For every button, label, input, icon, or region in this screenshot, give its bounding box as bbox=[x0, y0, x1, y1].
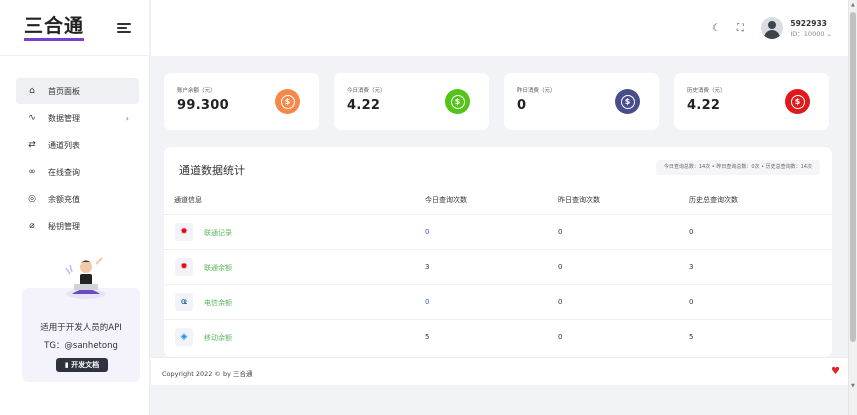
table-row: ◈ 移动余额 5 0 5 bbox=[164, 319, 832, 354]
top-header: ☾ ⛶ 5922933 ID：10000 ⌄ bbox=[151, 0, 848, 56]
sidebar-item-online-query[interactable]: ∞ 在线查询 bbox=[16, 159, 139, 185]
stat-card-balance: 账户余额（元） 99.300 $ bbox=[164, 73, 319, 130]
total-count: 3 bbox=[689, 263, 694, 271]
yesterday-count: 0 bbox=[558, 298, 563, 306]
scrollbar-thumb[interactable] bbox=[850, 12, 856, 342]
logo[interactable]: 三合通 bbox=[24, 15, 85, 41]
sidebar-item-key-management[interactable]: ⌀ 秘钥管理 bbox=[16, 213, 139, 239]
sidebar-item-label: 通道列表 bbox=[48, 140, 80, 150]
chevron-right-icon: › bbox=[125, 113, 129, 123]
fullscreen-icon[interactable]: ⛶ bbox=[733, 21, 747, 35]
copyright-text: Copyright 2022 © by 三合通 bbox=[162, 370, 253, 378]
home-icon: ⌂ bbox=[29, 86, 35, 96]
channel-name[interactable]: 电信余额 bbox=[204, 298, 232, 308]
total-count: 5 bbox=[689, 333, 694, 341]
sidebar-item-data-management[interactable]: ∿ 数据管理 › bbox=[16, 105, 139, 131]
yesterday-count: 0 bbox=[558, 263, 563, 271]
query-summary-badge: 今日查询总数：14次 • 昨日查询总数：0次 • 历史总查询数：14次 bbox=[655, 160, 820, 175]
stat-value: 99.300 bbox=[177, 98, 229, 113]
stat-label: 今日消费（元） bbox=[347, 88, 386, 94]
column-header: 历史总查询次数 bbox=[689, 196, 738, 204]
key-icon: ⌀ bbox=[29, 221, 35, 231]
mobile-icon: ◈ bbox=[175, 328, 193, 346]
page-scrollbar[interactable]: ▲ ▼ bbox=[848, 0, 857, 415]
dev-docs-label: 开发文档 bbox=[71, 361, 100, 369]
user-menu[interactable]: 5922933 ID：10000 ⌄ bbox=[790, 19, 832, 38]
stat-label: 昨日消费（元） bbox=[517, 88, 556, 94]
channel-name[interactable]: 联通记录 bbox=[204, 228, 232, 238]
sidebar-menu: ⌂ 首页面板 ∿ 数据管理 › ⇄ 通道列表 ∞ 在线查询 ◎ 余额充值 ⌀ 秘… bbox=[0, 56, 149, 239]
channel-name[interactable]: 移动余额 bbox=[204, 333, 232, 343]
column-header: 今日查询次数 bbox=[425, 196, 467, 204]
yesterday-count: 0 bbox=[558, 333, 563, 341]
target-icon: ◎ bbox=[28, 194, 36, 204]
dollar-icon: $ bbox=[445, 89, 470, 114]
unicom-icon: ✹ bbox=[175, 223, 193, 241]
table-row: ✹ 联通余额 3 0 3 bbox=[164, 249, 832, 284]
stat-label: 历史消费（元） bbox=[687, 88, 726, 94]
sidebar-item-channel-list[interactable]: ⇄ 通道列表 bbox=[16, 132, 139, 158]
brand-bar: 三合通 bbox=[0, 0, 149, 56]
sidebar-item-recharge[interactable]: ◎ 余额充值 bbox=[16, 186, 139, 212]
table-header: 通道信息 今日查询次数 昨日查询次数 历史总查询次数 bbox=[164, 195, 832, 209]
sidebar-item-dashboard[interactable]: ⌂ 首页面板 bbox=[16, 78, 139, 104]
sidebar-item-label: 余额充值 bbox=[48, 194, 80, 204]
today-count: 3 bbox=[425, 263, 430, 271]
stat-value: 4.22 bbox=[687, 98, 721, 113]
sidebar-item-label: 首页面板 bbox=[48, 86, 80, 96]
dollar-icon: $ bbox=[615, 89, 640, 114]
column-header: 昨日查询次数 bbox=[558, 196, 600, 204]
username: 5922933 bbox=[790, 18, 827, 28]
yesterday-count: 0 bbox=[558, 228, 563, 236]
stat-value: 4.22 bbox=[347, 98, 381, 113]
today-count: 0 bbox=[425, 298, 430, 306]
stat-value: 0 bbox=[517, 98, 527, 113]
table-row: ҩ 电信余额 0 0 0 bbox=[164, 284, 832, 319]
panel-title: 通道数据统计 bbox=[179, 164, 245, 177]
scroll-down-icon[interactable]: ▼ bbox=[851, 383, 855, 389]
promo-text: 适用于开发人员的API bbox=[40, 323, 122, 333]
sidebar: 三合通 ⌂ 首页面板 ∿ 数据管理 › ⇄ 通道列表 ∞ 在线查询 ◎ 余额充值… bbox=[0, 0, 150, 415]
user-id: ID：10000 ⌄ bbox=[790, 29, 832, 38]
dollar-icon: $ bbox=[785, 89, 810, 114]
channel-name[interactable]: 联通余额 bbox=[204, 263, 232, 273]
heart-icon: ♥ bbox=[831, 366, 840, 377]
theme-toggle-icon[interactable]: ☾ bbox=[709, 21, 723, 35]
route-icon: ⇄ bbox=[28, 140, 36, 150]
channel-stats-panel: 通道数据统计 今日查询总数：14次 • 昨日查询总数：0次 • 历史总查询数：1… bbox=[164, 147, 832, 357]
column-header: 通道信息 bbox=[174, 196, 202, 204]
activity-icon: ∿ bbox=[28, 113, 36, 123]
avatar[interactable] bbox=[761, 17, 784, 39]
unicom-icon: ✹ bbox=[175, 258, 193, 276]
sidebar-item-label: 秘钥管理 bbox=[48, 221, 80, 231]
sidebar-item-label: 在线查询 bbox=[48, 167, 80, 177]
today-count: 0 bbox=[425, 228, 430, 236]
menu-toggle-icon[interactable] bbox=[117, 22, 131, 33]
sidebar-item-label: 数据管理 bbox=[48, 113, 80, 123]
stat-card-history: 历史消费（元） 4.22 $ bbox=[674, 73, 829, 130]
promo-telegram: TG：@sanhetong bbox=[44, 341, 118, 351]
telecom-icon: ҩ bbox=[175, 293, 193, 311]
scroll-up-icon[interactable]: ▲ bbox=[851, 2, 855, 8]
total-count: 0 bbox=[689, 298, 694, 306]
table-row: ✹ 联通记录 0 0 0 bbox=[164, 214, 832, 249]
total-count: 0 bbox=[689, 228, 694, 236]
developer-illustration bbox=[65, 257, 106, 299]
stat-card-yesterday: 昨日消费（元） 0 $ bbox=[504, 73, 659, 130]
today-count: 5 bbox=[425, 333, 430, 341]
dollar-icon: $ bbox=[275, 89, 300, 114]
footer: Copyright 2022 © by 三合通 ♥ bbox=[151, 357, 848, 385]
developer-promo-card: 适用于开发人员的API TG：@sanhetong ▮ 开发文档 bbox=[22, 257, 140, 382]
link-icon: ∞ bbox=[28, 167, 36, 177]
stat-card-today: 今日消费（元） 4.22 $ bbox=[334, 73, 489, 130]
dev-docs-button[interactable]: ▮ 开发文档 bbox=[56, 358, 108, 372]
stat-label: 账户余额（元） bbox=[177, 88, 216, 94]
